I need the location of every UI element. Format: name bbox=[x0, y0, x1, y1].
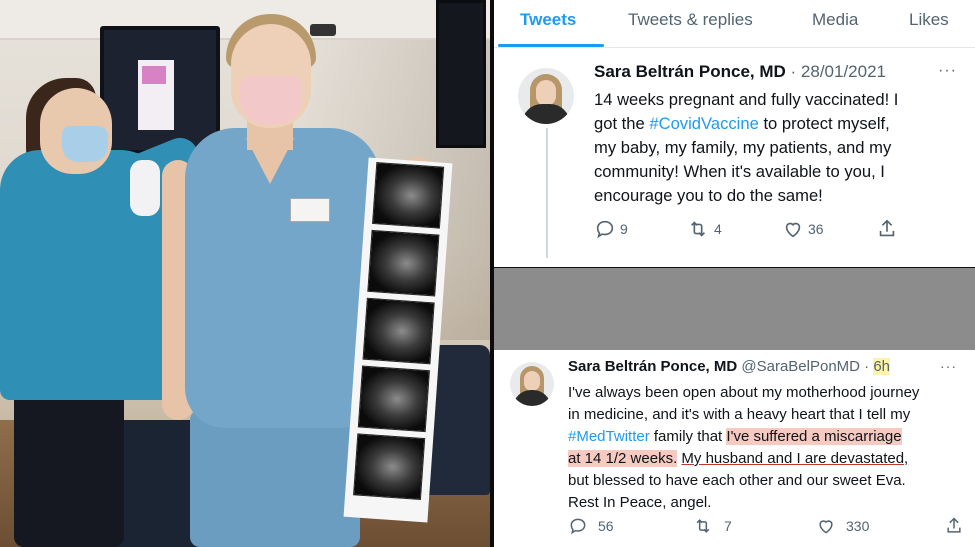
thread-line bbox=[546, 128, 548, 258]
nurse-mask bbox=[62, 126, 108, 162]
avatar[interactable] bbox=[510, 362, 554, 406]
tweet-text-line: but blessed to have each other and our s… bbox=[568, 472, 906, 489]
side-monitor bbox=[436, 0, 486, 148]
reply-count: 9 bbox=[620, 221, 628, 237]
tweet-text: I've always been open about my motherhoo… bbox=[568, 382, 968, 514]
tweet-text-line: 14 weeks pregnant and fully vaccinated! … bbox=[594, 90, 899, 109]
tweet-text-line: got the #CovidVaccine to protect myself, bbox=[594, 112, 964, 136]
tweet-header: Sara Beltrán Ponce, MD @SaraBelPonMD · 6… bbox=[568, 358, 891, 375]
patient-mask bbox=[240, 76, 302, 124]
more-options-icon[interactable]: ··· bbox=[938, 62, 957, 80]
reply-icon bbox=[596, 220, 614, 239]
underlined-text: My husband and I are devastated, bbox=[681, 450, 909, 467]
like-icon bbox=[819, 520, 833, 534]
tab-tweets-and-replies[interactable]: Tweets & replies bbox=[628, 10, 753, 30]
retweet-button[interactable]: 4 bbox=[686, 218, 722, 240]
tweet-actions: 56 7 330 bbox=[568, 516, 968, 540]
tweet-text-line: community! When it's available to you, I bbox=[594, 162, 885, 181]
ultrasound-frame bbox=[353, 433, 426, 500]
tweet-text-line: my baby, my family, my patients, and my bbox=[594, 138, 892, 157]
tab-tweets[interactable]: Tweets bbox=[520, 10, 576, 30]
id-badge bbox=[290, 198, 330, 222]
tweet-text-line: at 14 1/2 weeks. My husband and I are de… bbox=[568, 448, 968, 470]
highlighted-text: at 14 1/2 weeks. bbox=[568, 450, 678, 467]
like-button[interactable]: 36 bbox=[782, 218, 824, 240]
nurse-legs bbox=[14, 390, 124, 547]
tweet-card-2: Sara Beltrán Ponce, MD @SaraBelPonMD · 6… bbox=[494, 350, 975, 547]
tweet-actions: 9 4 36 bbox=[594, 218, 964, 242]
share-icon bbox=[879, 219, 895, 237]
tweet-time[interactable]: 6h bbox=[873, 358, 891, 375]
tweet-header: Sara Beltrán Ponce, MD · 28/01/2021 bbox=[594, 62, 886, 82]
tweet-text-line: I've always been open about my motherhoo… bbox=[568, 384, 920, 401]
more-options-icon[interactable]: ··· bbox=[940, 358, 957, 374]
reply-button[interactable]: 9 bbox=[594, 218, 628, 240]
ultrasound-frame bbox=[367, 229, 440, 297]
retweet-icon bbox=[696, 519, 710, 533]
vaccination-photo bbox=[0, 0, 490, 547]
nurse-glove bbox=[130, 160, 160, 216]
reply-count: 56 bbox=[598, 518, 614, 534]
ceiling-camera bbox=[310, 24, 336, 36]
tweet-text-line: encourage you to do the same! bbox=[594, 186, 823, 205]
ultrasound-frame bbox=[357, 365, 430, 433]
retweet-button[interactable]: 7 bbox=[692, 516, 732, 536]
like-count: 36 bbox=[808, 221, 824, 237]
ultrasound-frame bbox=[362, 297, 435, 365]
avatar[interactable] bbox=[518, 68, 574, 124]
like-button[interactable]: 330 bbox=[816, 516, 869, 536]
retweet-count: 7 bbox=[724, 518, 732, 534]
tweet-date[interactable]: 28/01/2021 bbox=[801, 62, 886, 81]
ultrasound-frame bbox=[372, 162, 445, 229]
text-span: to protect myself, bbox=[758, 114, 890, 133]
text-span: family that bbox=[649, 428, 727, 445]
text-span: got the bbox=[594, 114, 650, 133]
tab-likes[interactable]: Likes bbox=[909, 10, 949, 30]
separator: · bbox=[864, 358, 870, 375]
active-tab-indicator bbox=[498, 44, 604, 47]
separator-band bbox=[494, 268, 975, 350]
reply-button[interactable]: 56 bbox=[568, 516, 614, 536]
wall-monitor-screen bbox=[138, 60, 174, 130]
share-icon bbox=[947, 517, 961, 533]
tweet-text-line: in medicine, and it's with a heavy heart… bbox=[568, 406, 911, 423]
handle[interactable]: @SaraBelPonMD bbox=[741, 358, 860, 375]
tweet-card-1: Tweets Tweets & replies Media Likes Sara… bbox=[494, 0, 975, 267]
profile-tabs: Tweets Tweets & replies Media Likes bbox=[494, 0, 975, 48]
patient-legs bbox=[190, 410, 360, 547]
like-icon bbox=[785, 222, 801, 238]
reply-icon bbox=[570, 518, 586, 535]
tweet-text-line: Rest In Peace, angel. bbox=[568, 494, 712, 511]
display-name[interactable]: Sara Beltrán Ponce, MD bbox=[594, 62, 786, 81]
retweet-icon bbox=[690, 221, 706, 237]
share-button[interactable] bbox=[876, 218, 902, 240]
share-button[interactable] bbox=[944, 516, 968, 536]
like-count: 330 bbox=[846, 518, 870, 534]
hashtag-medtwitter[interactable]: #MedTwitter bbox=[568, 428, 650, 445]
wall-monitor bbox=[100, 26, 220, 154]
retweet-count: 4 bbox=[714, 221, 722, 237]
highlighted-text: I've suffered a miscarriage bbox=[726, 428, 902, 445]
display-name[interactable]: Sara Beltrán Ponce, MD bbox=[568, 358, 737, 375]
tab-media[interactable]: Media bbox=[812, 10, 858, 30]
tweet-text-line: #MedTwitter family that I've suffered a … bbox=[568, 426, 968, 448]
separator: · bbox=[790, 62, 797, 81]
tweets-panel: Tweets Tweets & replies Media Likes Sara… bbox=[494, 0, 975, 547]
tweet-text: 14 weeks pregnant and fully vaccinated! … bbox=[594, 88, 964, 208]
hashtag-covidvaccine[interactable]: #CovidVaccine bbox=[649, 114, 758, 133]
